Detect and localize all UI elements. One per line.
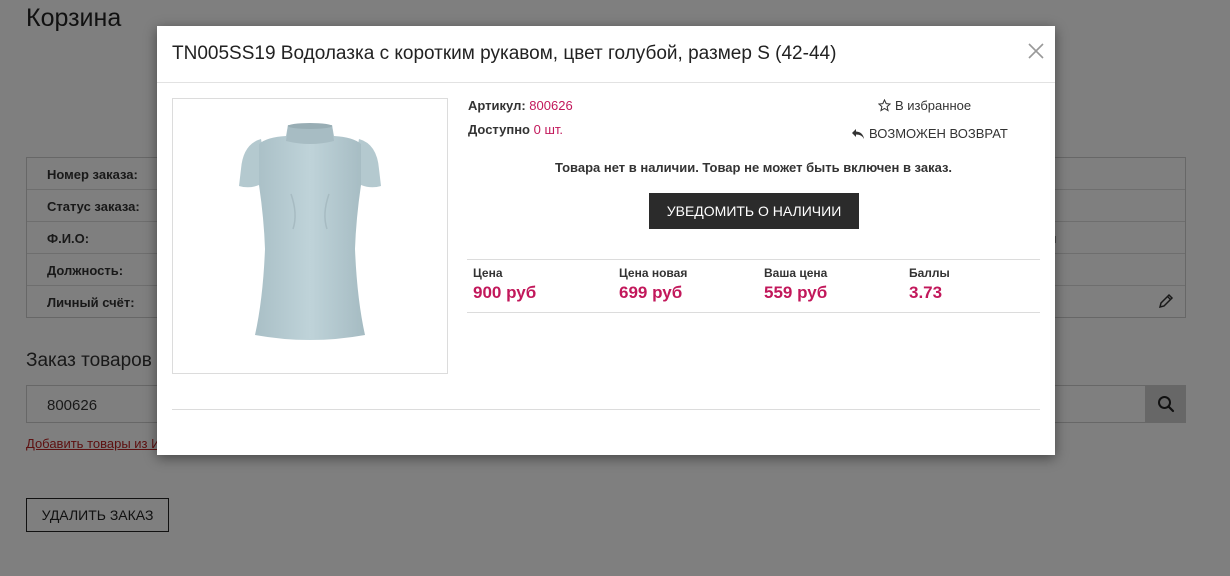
- article-value: 800626: [529, 98, 573, 113]
- product-image: [172, 98, 448, 374]
- out-of-stock-message: Товара нет в наличии. Товар не может быт…: [554, 160, 953, 175]
- points-column: Баллы 3.73: [909, 266, 950, 303]
- new-price-column: Цена новая 699 руб: [619, 266, 687, 303]
- star-icon: [878, 99, 891, 112]
- notify-availability-button[interactable]: УВЕДОМИТЬ О НАЛИЧИИ: [649, 193, 859, 229]
- new-price-value: 699 руб: [619, 283, 683, 302]
- favorites-label: В избранное: [895, 98, 972, 113]
- article-label: Артикул:: [468, 98, 526, 113]
- prices-row: Цена 900 руб Цена новая 699 руб Ваша цен…: [467, 259, 1040, 313]
- available-label: Доступно: [468, 122, 530, 137]
- add-to-favorites-button[interactable]: В избранное: [878, 98, 971, 113]
- points-label: Баллы: [909, 266, 950, 280]
- price-value: 900 руб: [473, 283, 537, 302]
- points-value: 3.73: [909, 283, 943, 302]
- price-column: Цена 900 руб: [473, 266, 536, 303]
- reply-arrow-icon: [852, 128, 864, 139]
- your-price-column: Ваша цена 559 руб: [764, 266, 827, 303]
- available-value: 0 шт.: [533, 122, 564, 137]
- modal-header: TN005SS19 Водолазка с коротким рукавом, …: [157, 26, 1055, 83]
- your-price-value: 559 руб: [764, 283, 828, 302]
- new-price-label: Цена новая: [619, 266, 688, 280]
- return-label: ВОЗМОЖЕН ВОЗВРАТ: [869, 126, 1008, 141]
- modal-divider: [172, 409, 1040, 410]
- return-info: ВОЗМОЖЕН ВОЗВРАТ: [851, 126, 1008, 141]
- article-line: Артикул: 800626: [468, 98, 573, 113]
- product-modal: TN005SS19 Водолазка с коротким рукавом, …: [157, 26, 1055, 455]
- availability-line: Доступно 0 шт.: [468, 122, 563, 137]
- your-price-label: Ваша цена: [764, 266, 828, 280]
- close-icon[interactable]: [1027, 42, 1045, 60]
- price-label: Цена: [473, 266, 503, 280]
- modal-title: TN005SS19 Водолазка с коротким рукавом, …: [172, 43, 837, 64]
